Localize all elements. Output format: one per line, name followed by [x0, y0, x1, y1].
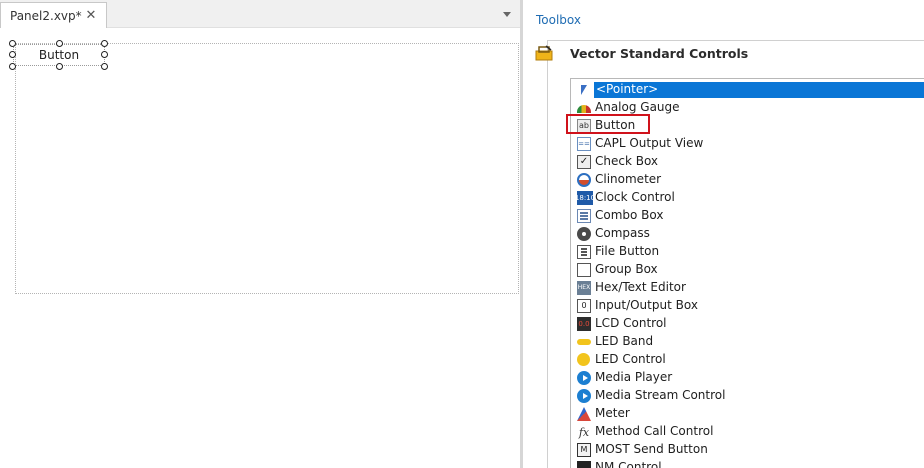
nm-control-icon — [577, 461, 591, 468]
toolbox-item[interactable]: LED Band — [571, 333, 924, 351]
file-button-icon — [577, 245, 591, 259]
method-call-control-icon: fx — [578, 425, 590, 439]
toolbox-item-list: <Pointer> Analog Gauge ab Button == CAPL Outp… — [570, 78, 924, 468]
resize-handle-middle-left[interactable] — [9, 51, 16, 58]
compass-icon — [577, 227, 591, 241]
toolbox-item-label: Method Call Control — [595, 424, 714, 438]
toolbox-item-label: Clock Control — [595, 190, 675, 204]
panel-button-label: Button — [38, 48, 80, 62]
toolbox-item-label: <Pointer> — [594, 82, 924, 98]
resize-handle-top-left[interactable] — [9, 40, 16, 47]
toolbox-item-label: Group Box — [595, 262, 658, 276]
resize-handle-bottom-right[interactable] — [101, 63, 108, 70]
lcd-control-icon: 0.0 — [577, 317, 591, 331]
app-window: Panel2.xvp* ✕ Button Toolbox Vector Stan… — [0, 0, 924, 468]
toolbox-item[interactable]: NM Control — [571, 459, 924, 468]
check-box-icon: ✓ — [577, 155, 591, 169]
toolbox-item[interactable]: fx Method Call Control — [571, 423, 924, 441]
toolbox-item[interactable]: Media Stream Control — [571, 387, 924, 405]
toolbox-item-label: Meter — [595, 406, 630, 420]
toolbox-item-label: MOST Send Button — [595, 442, 708, 456]
resize-handle-middle-right[interactable] — [101, 51, 108, 58]
toolbox-item[interactable]: <Pointer> — [571, 81, 924, 99]
group-box-icon — [577, 263, 591, 277]
toolbox-item[interactable]: == CAPL Output View — [571, 135, 924, 153]
toolbox-item-label: Clinometer — [595, 172, 662, 186]
document-tab-title: Panel2.xvp* — [10, 8, 82, 23]
combo-box-icon — [577, 209, 591, 223]
input-output-box-icon: 0 — [577, 299, 591, 313]
toolbox-item-label: Media Stream Control — [595, 388, 726, 402]
toolbox-item[interactable]: Meter — [571, 405, 924, 423]
toolbox-item[interactable]: File Button — [571, 243, 924, 261]
toolbox-item[interactable]: HEX Hex/Text Editor — [571, 279, 924, 297]
toolbox-group-icon — [535, 45, 553, 61]
media-stream-control-icon — [577, 389, 591, 403]
toolbox-item[interactable]: Clinometer — [571, 171, 924, 189]
toolbox-item[interactable]: Compass — [571, 225, 924, 243]
toolbox-item[interactable]: Combo Box — [571, 207, 924, 225]
toolbox-item-label: File Button — [595, 244, 660, 258]
highlight-annotation — [566, 114, 650, 134]
chevron-down-icon[interactable] — [500, 7, 514, 21]
pointer-icon — [577, 83, 591, 97]
toolbox-item-label: LED Control — [595, 352, 666, 366]
toolbox-item[interactable]: Group Box — [571, 261, 924, 279]
resize-handle-top-right[interactable] — [101, 40, 108, 47]
clock-control-icon: 18:10 — [575, 191, 595, 205]
resize-handle-top-center[interactable] — [56, 40, 63, 47]
meter-icon — [577, 407, 591, 421]
document-tabstrip: Panel2.xvp* ✕ — [0, 0, 520, 28]
toolbox-item-label: NM Control — [595, 460, 662, 468]
document-pane: Panel2.xvp* ✕ Button — [0, 0, 520, 468]
toolbox-item[interactable]: 0.0 LCD Control — [571, 315, 924, 333]
led-control-icon — [577, 353, 590, 366]
analog-gauge-icon — [577, 105, 591, 113]
toolbox-item[interactable]: M MOST Send Button — [571, 441, 924, 459]
toolbox-item-label: Combo Box — [595, 208, 664, 222]
toolbox-item[interactable]: 0 Input/Output Box — [571, 297, 924, 315]
document-tab[interactable]: Panel2.xvp* ✕ — [0, 2, 107, 28]
clinometer-icon — [577, 173, 591, 187]
toolbox-item[interactable]: Media Player — [571, 369, 924, 387]
toolbox-item[interactable]: ✓ Check Box — [571, 153, 924, 171]
toolbox-item-label: Media Player — [595, 370, 673, 384]
capl-output-view-icon: == — [577, 137, 591, 151]
most-send-button-icon: M — [577, 443, 591, 457]
toolbox-item-label: Check Box — [595, 154, 659, 168]
toolbox-item-label: LED Band — [595, 334, 654, 348]
panel-design-surface[interactable] — [15, 43, 519, 294]
toolbox-item-label: CAPL Output View — [595, 136, 704, 150]
toolbox-title: Toolbox — [536, 13, 581, 27]
resize-handle-bottom-center[interactable] — [56, 63, 63, 70]
toolbox-item-label: Hex/Text Editor — [595, 280, 686, 294]
toolbox-group-header[interactable]: Vector Standard Controls — [535, 40, 924, 68]
toolbox-group-title: Vector Standard Controls — [570, 46, 749, 61]
toolbox-item-label: LCD Control — [595, 316, 667, 330]
led-band-icon — [577, 339, 591, 345]
toolbox-item-label: Input/Output Box — [595, 298, 698, 312]
toolbox-pane: Toolbox Vector Standard Controls <Pointe… — [523, 0, 924, 468]
toolbox-item[interactable]: 18:10 Clock Control — [571, 189, 924, 207]
resize-handle-bottom-left[interactable] — [9, 63, 16, 70]
close-icon[interactable]: ✕ — [84, 7, 98, 23]
toolbox-item-label: Compass — [595, 226, 650, 240]
toolbox-item[interactable]: LED Control — [571, 351, 924, 369]
hex-text-editor-icon: HEX — [577, 281, 591, 295]
media-player-icon — [577, 371, 591, 385]
